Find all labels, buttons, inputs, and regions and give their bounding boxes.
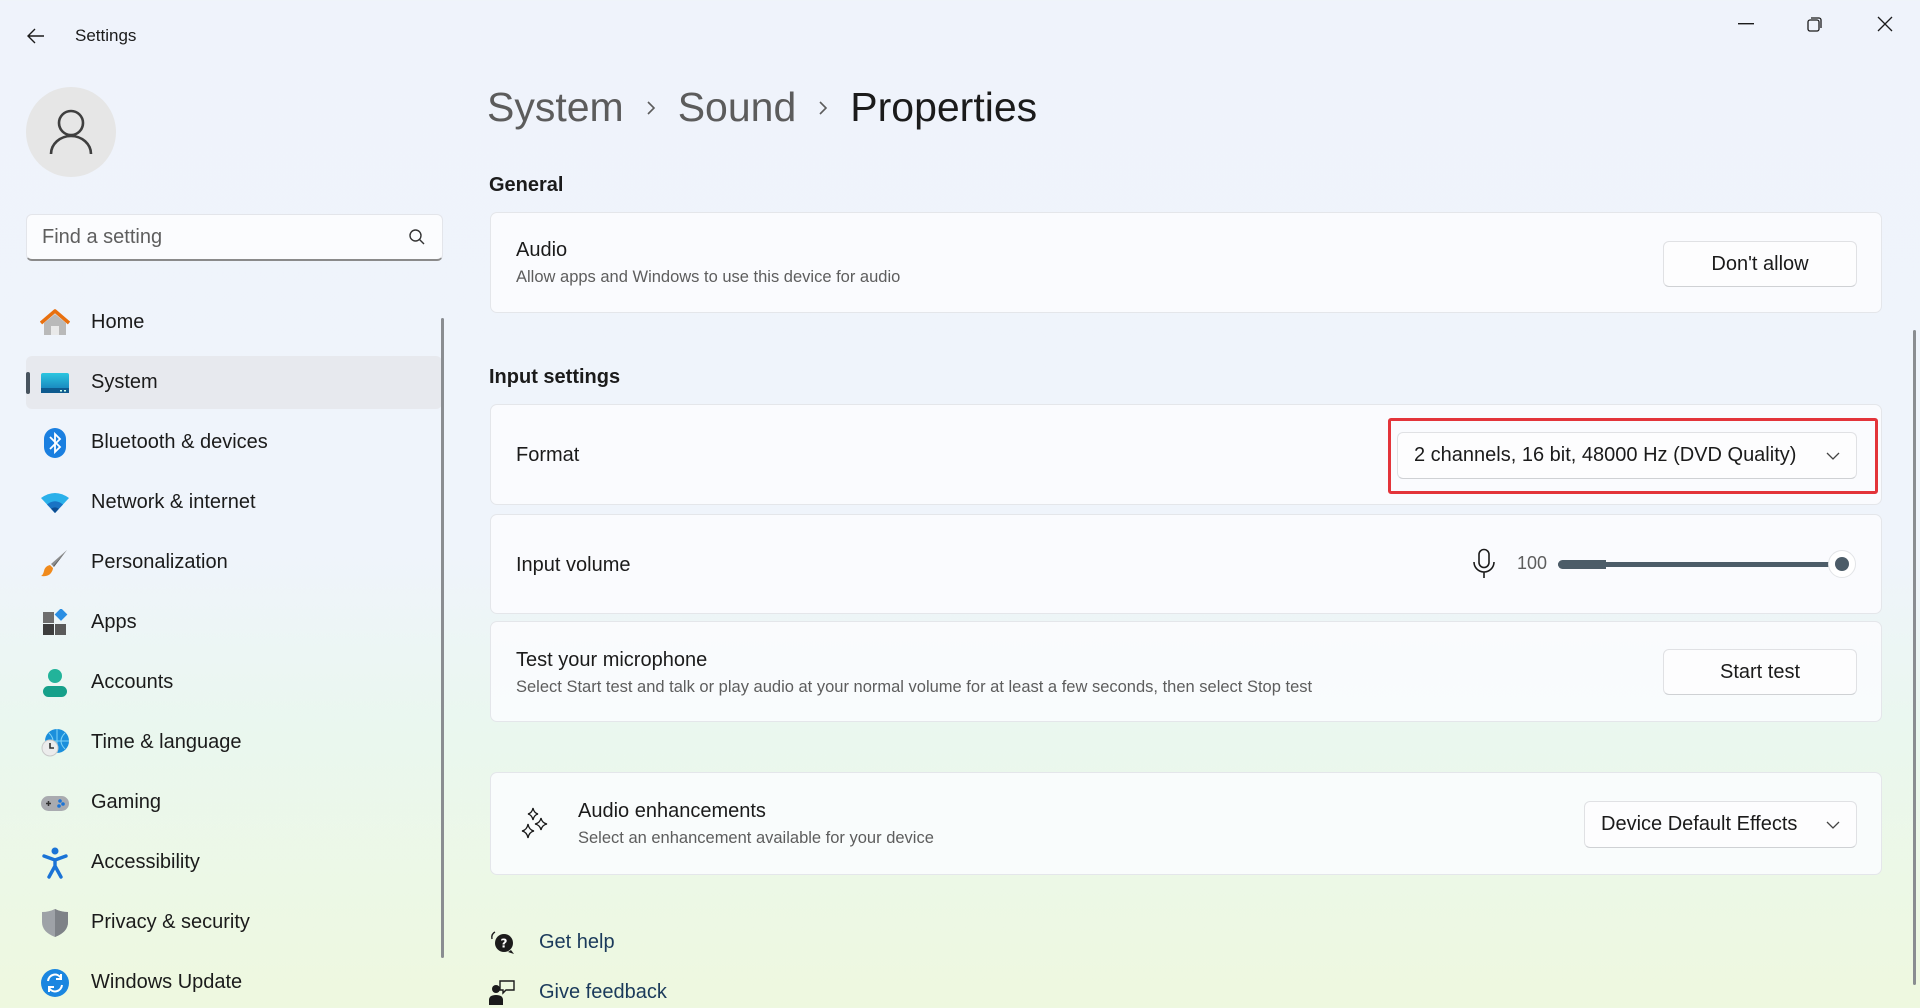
sidebar-item-label: System bbox=[91, 371, 158, 393]
test-microphone-title: Test your microphone bbox=[516, 649, 708, 671]
audio-enhancements-value: Device Default Effects bbox=[1601, 813, 1798, 835]
section-title-input-settings: Input settings bbox=[489, 366, 621, 388]
chevron-right-icon bbox=[646, 100, 656, 116]
input-volume-title: Input volume bbox=[516, 554, 631, 576]
sparkle-icon bbox=[521, 807, 548, 839]
minimize-button[interactable] bbox=[1723, 6, 1769, 42]
time-language-icon bbox=[40, 728, 70, 758]
sidebar-item-label: Time & language bbox=[91, 731, 242, 753]
sidebar-item-privacy-security[interactable]: Privacy & security bbox=[26, 896, 442, 949]
system-icon bbox=[40, 368, 70, 398]
audio-enhancements-title: Audio enhancements bbox=[578, 800, 766, 822]
account-icon bbox=[40, 668, 70, 698]
sidebar-item-apps[interactable]: Apps bbox=[26, 596, 442, 649]
sidebar-item-gaming[interactable]: Gaming bbox=[26, 776, 442, 829]
close-icon bbox=[1877, 16, 1893, 32]
avatar[interactable] bbox=[26, 87, 116, 177]
svg-text:?: ? bbox=[501, 937, 508, 951]
section-title-general: General bbox=[489, 174, 564, 196]
sidebar-item-network[interactable]: Network & internet bbox=[26, 476, 442, 529]
sidebar-item-windows-update[interactable]: Windows Update bbox=[26, 956, 442, 1008]
sidebar-item-accounts[interactable]: Accounts bbox=[26, 656, 442, 709]
breadcrumb-system[interactable]: System bbox=[487, 84, 624, 131]
search-icon[interactable] bbox=[408, 228, 426, 246]
audio-enhancements-subtitle: Select an enhancement available for your… bbox=[578, 829, 934, 847]
input-volume-value: 100 bbox=[1517, 553, 1548, 573]
gamepad-icon bbox=[40, 788, 70, 818]
input-volume-slider[interactable] bbox=[1558, 548, 1858, 580]
audio-card: Audio Allow apps and Windows to use this… bbox=[490, 212, 1882, 313]
chevron-down-icon bbox=[1826, 821, 1840, 829]
chevron-down-icon bbox=[1826, 452, 1840, 460]
test-microphone-card: Test your microphone Select Start test a… bbox=[490, 621, 1882, 722]
sidebar-item-label: Windows Update bbox=[91, 971, 243, 993]
sidebar-item-label: Personalization bbox=[91, 551, 228, 573]
close-button[interactable] bbox=[1862, 6, 1908, 42]
audio-enhancements-card: Audio enhancements Select an enhancement… bbox=[490, 772, 1882, 875]
back-button[interactable] bbox=[18, 20, 54, 52]
sidebar-item-label: Network & internet bbox=[91, 491, 256, 513]
get-help-link[interactable]: ? Get help bbox=[489, 927, 689, 957]
restore-icon bbox=[1807, 17, 1822, 32]
audio-title: Audio bbox=[516, 239, 568, 261]
dont-allow-button[interactable]: Don't allow bbox=[1663, 241, 1857, 287]
format-card: Format 2 channels, 16 bit, 48000 Hz (DVD… bbox=[490, 404, 1882, 505]
microphone-icon bbox=[1473, 548, 1495, 578]
start-test-button[interactable]: Start test bbox=[1663, 649, 1857, 695]
sidebar-item-label: Apps bbox=[91, 611, 137, 633]
audio-subtitle: Allow apps and Windows to use this devic… bbox=[516, 268, 901, 286]
audio-enhancements-dropdown[interactable]: Device Default Effects bbox=[1584, 801, 1857, 848]
format-dropdown-value: 2 channels, 16 bit, 48000 Hz (DVD Qualit… bbox=[1414, 444, 1797, 466]
apps-icon bbox=[40, 608, 70, 638]
format-dropdown[interactable]: 2 channels, 16 bit, 48000 Hz (DVD Qualit… bbox=[1397, 432, 1857, 479]
sidebar-item-personalization[interactable]: Personalization bbox=[26, 536, 442, 589]
restore-button[interactable] bbox=[1792, 6, 1838, 42]
selection-indicator bbox=[26, 372, 30, 394]
sidebar-item-time-language[interactable]: Time & language bbox=[26, 716, 442, 769]
give-feedback-link[interactable]: Give feedback bbox=[489, 977, 709, 1007]
sidebar-item-system[interactable]: System bbox=[26, 356, 442, 409]
help-icon: ? bbox=[491, 931, 514, 954]
feedback-icon bbox=[489, 980, 515, 1005]
get-help-label: Get help bbox=[539, 930, 615, 953]
give-feedback-label: Give feedback bbox=[539, 980, 667, 1003]
wifi-icon bbox=[40, 488, 70, 518]
format-title: Format bbox=[516, 444, 580, 466]
user-icon bbox=[49, 109, 93, 155]
sidebar-item-label: Gaming bbox=[91, 791, 162, 813]
sidebar-item-label: Bluetooth & devices bbox=[91, 431, 268, 453]
slider-thumb[interactable] bbox=[1828, 550, 1856, 578]
shield-icon bbox=[40, 908, 70, 938]
search-input[interactable] bbox=[42, 215, 392, 259]
app-title: Settings bbox=[75, 26, 137, 45]
input-level-meter bbox=[1558, 560, 1606, 569]
sidebar-item-label: Accessibility bbox=[91, 851, 200, 873]
chevron-right-icon bbox=[818, 100, 828, 116]
sidebar-item-accessibility[interactable]: Accessibility bbox=[26, 836, 442, 889]
bluetooth-icon bbox=[40, 428, 70, 458]
paintbrush-icon bbox=[40, 548, 70, 578]
breadcrumb-properties: Properties bbox=[850, 84, 1038, 130]
sidebar-item-label: Home bbox=[91, 311, 145, 333]
back-arrow-icon bbox=[27, 28, 44, 44]
sidebar-item-label: Privacy & security bbox=[91, 911, 250, 933]
breadcrumb: System Sound Properties bbox=[487, 84, 1037, 131]
sidebar-scrollbar[interactable] bbox=[441, 318, 444, 958]
sidebar-item-bluetooth[interactable]: Bluetooth & devices bbox=[26, 416, 442, 469]
minimize-icon bbox=[1738, 23, 1754, 25]
sidebar-item-home[interactable]: Home bbox=[26, 296, 442, 349]
test-microphone-subtitle: Select Start test and talk or play audio… bbox=[516, 678, 1313, 696]
sidebar-item-label: Accounts bbox=[91, 671, 174, 693]
search-box[interactable] bbox=[26, 214, 443, 261]
breadcrumb-sound[interactable]: Sound bbox=[678, 84, 797, 131]
update-icon bbox=[40, 968, 70, 998]
accessibility-icon bbox=[40, 847, 70, 879]
home-icon bbox=[40, 308, 70, 338]
main-scrollbar[interactable] bbox=[1913, 330, 1916, 985]
